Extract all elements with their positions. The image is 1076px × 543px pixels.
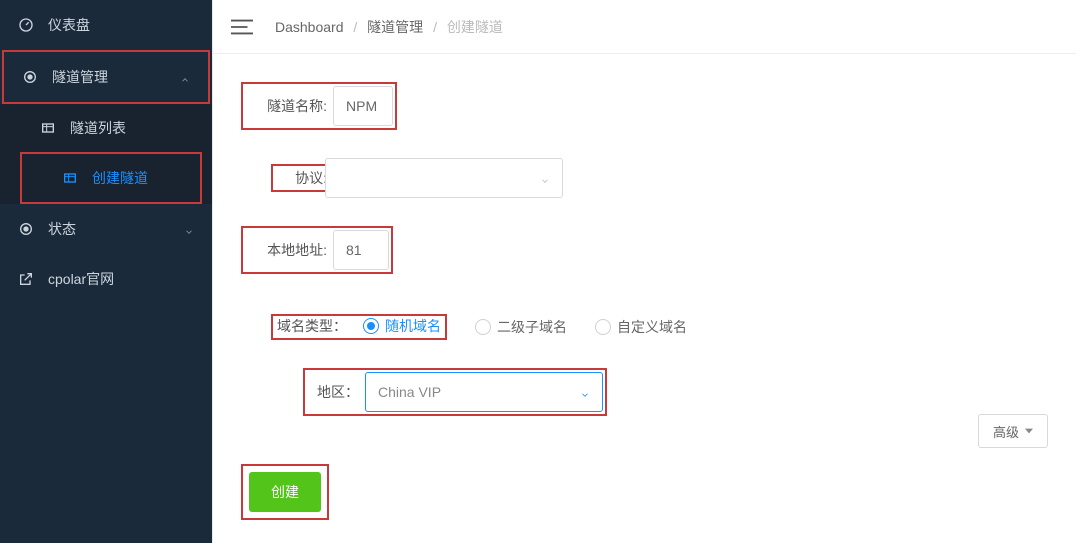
advanced-label: 高级 bbox=[993, 422, 1019, 441]
radio-subdomain[interactable]: 二级子域名 bbox=[475, 317, 567, 337]
sidebar-item-status[interactable]: 状态 bbox=[0, 204, 212, 254]
triangle-down-icon bbox=[1025, 428, 1033, 434]
select-region[interactable]: China VIP bbox=[365, 372, 603, 412]
topbar: Dashboard / 隧道管理 / 创建隧道 bbox=[213, 0, 1076, 54]
sidebar-submenu-tunnel: 隧道列表 创建隧道 bbox=[0, 104, 212, 204]
sidebar-label-status: 状态 bbox=[48, 219, 76, 239]
grid-icon bbox=[62, 170, 78, 186]
breadcrumb-create-tunnel: 创建隧道 bbox=[447, 19, 503, 35]
input-tunnel-name[interactable] bbox=[333, 86, 393, 126]
chevron-down-icon bbox=[184, 224, 194, 234]
sidebar-item-tunnel-mgmt[interactable]: 隧道管理 bbox=[4, 52, 208, 102]
chevron-down-icon bbox=[540, 173, 550, 183]
sidebar-label-tunnel-mgmt: 隧道管理 bbox=[52, 67, 108, 87]
grid-icon bbox=[40, 120, 56, 136]
chevron-up-icon bbox=[180, 72, 190, 82]
label-region: 地区： bbox=[307, 382, 365, 402]
create-label: 创建 bbox=[271, 484, 299, 500]
sidebar-label-tunnel-list: 隧道列表 bbox=[70, 118, 126, 138]
radio-custom-domain[interactable]: 自定义域名 bbox=[595, 317, 687, 337]
sidebar-item-tunnel-list[interactable]: 隧道列表 bbox=[0, 104, 212, 152]
external-link-icon bbox=[18, 271, 34, 287]
sidebar-label-dashboard: 仪表盘 bbox=[48, 15, 90, 35]
breadcrumb-dashboard[interactable]: Dashboard bbox=[275, 19, 344, 35]
label-tunnel-name: 隧道名称: bbox=[245, 96, 333, 116]
label-local-addr: 本地地址: bbox=[245, 240, 333, 260]
advanced-button[interactable]: 高级 bbox=[978, 414, 1048, 448]
sidebar-label-create-tunnel: 创建隧道 bbox=[92, 168, 148, 188]
main-area: Dashboard / 隧道管理 / 创建隧道 隧道名称: 协议: http bbox=[212, 0, 1076, 543]
breadcrumb-tunnel-mgmt[interactable]: 隧道管理 bbox=[367, 19, 423, 35]
form-content: 隧道名称: 协议: http http 本地 bbox=[213, 54, 1076, 543]
radio-random-domain[interactable]: 随机域名 bbox=[363, 316, 441, 336]
radio-label-sub: 二级子域名 bbox=[497, 317, 567, 337]
sidebar-item-create-tunnel[interactable]: 创建隧道 bbox=[22, 154, 200, 202]
hamburger-icon[interactable] bbox=[231, 18, 253, 36]
radio-label-random: 随机域名 bbox=[385, 316, 441, 336]
target-icon bbox=[22, 69, 38, 85]
sidebar-item-cpolar-site[interactable]: cpolar官网 bbox=[0, 254, 212, 304]
select-region-value: China VIP bbox=[378, 384, 441, 400]
sidebar: 仪表盘 隧道管理 隧道列表 bbox=[0, 0, 212, 543]
create-button[interactable]: 创建 bbox=[249, 472, 321, 512]
chevron-down-icon bbox=[580, 387, 590, 397]
sidebar-item-dashboard[interactable]: 仪表盘 bbox=[0, 0, 212, 50]
breadcrumb: Dashboard / 隧道管理 / 创建隧道 bbox=[275, 17, 503, 37]
label-domain-type: 域名类型： bbox=[277, 316, 353, 336]
select-protocol[interactable]: http bbox=[325, 158, 563, 198]
gauge-icon bbox=[18, 17, 34, 33]
input-local-addr[interactable] bbox=[333, 230, 389, 270]
target-icon bbox=[18, 221, 34, 237]
sidebar-label-cpolar: cpolar官网 bbox=[48, 269, 114, 289]
radio-label-custom: 自定义域名 bbox=[617, 317, 687, 337]
